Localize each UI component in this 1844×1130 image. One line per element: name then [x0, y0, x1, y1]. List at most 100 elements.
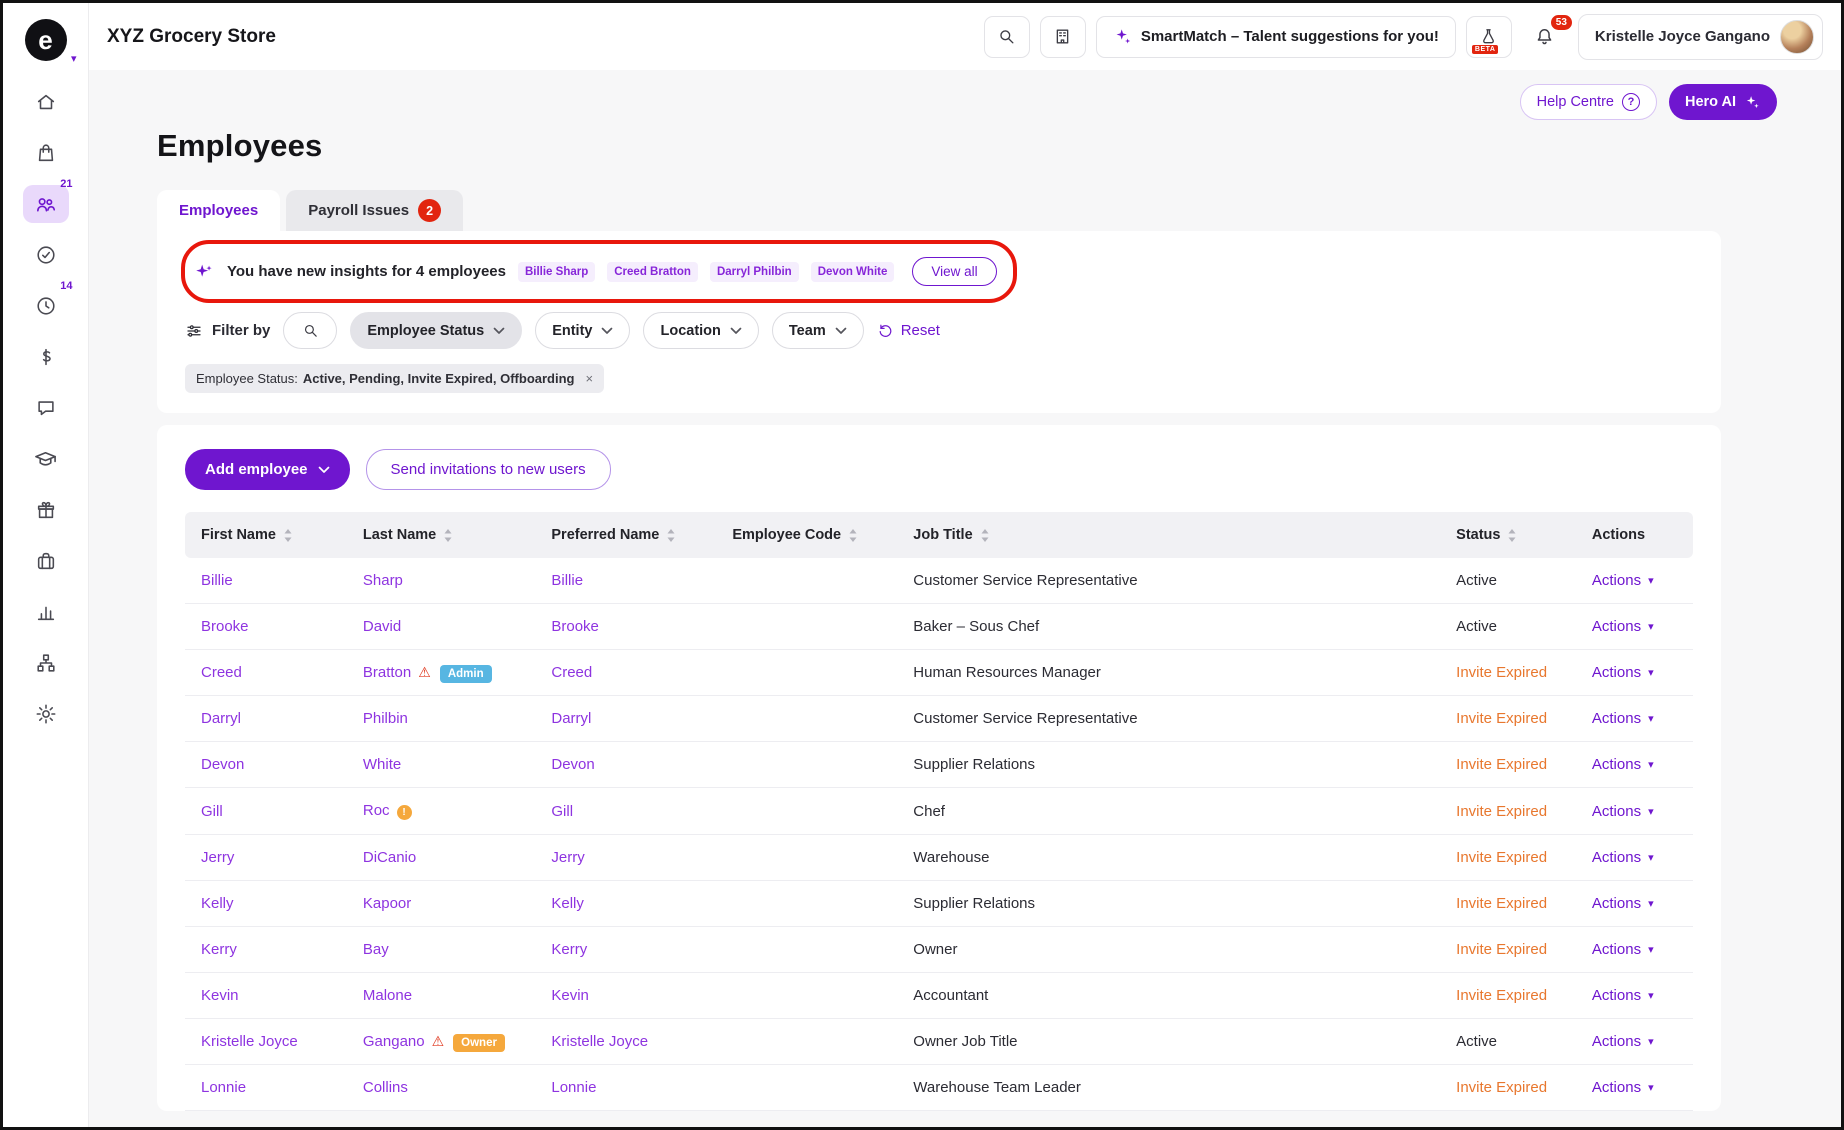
employee-status-filter-chip: Employee Status: Active, Pending, Invite… — [185, 364, 604, 393]
preferred-name-link[interactable]: Devon — [551, 756, 594, 773]
preferred-name-link[interactable]: Billie — [551, 572, 583, 589]
last-name-link[interactable]: Sharp — [363, 572, 403, 589]
last-name-link[interactable]: DiCanio — [363, 849, 416, 866]
last-name-link[interactable]: Kapoor — [363, 895, 411, 912]
filter-team[interactable]: Team — [772, 312, 864, 349]
sidebar-item-shop[interactable] — [23, 134, 69, 172]
sidebar-item-chat[interactable] — [23, 389, 69, 427]
first-name-link[interactable]: Jerry — [201, 849, 234, 866]
send-invitations-button[interactable]: Send invitations to new users — [366, 449, 611, 490]
preferred-name-link[interactable]: Gill — [551, 803, 573, 820]
last-name-link[interactable]: Bratton — [363, 664, 411, 681]
first-name-link[interactable]: Lonnie — [201, 1079, 246, 1096]
row-actions-button[interactable]: Actions▾ — [1592, 803, 1654, 820]
preferred-name-link[interactable]: Kelly — [551, 895, 584, 912]
beta-badge: BETA — [1472, 45, 1499, 54]
preferred-name-link[interactable]: Lonnie — [551, 1079, 596, 1096]
filter-employee-status[interactable]: Employee Status — [350, 312, 522, 349]
insight-employee-chip[interactable]: Billie Sharp — [518, 262, 595, 282]
sidebar-item-tasks[interactable] — [23, 236, 69, 274]
notifications-button[interactable]: 53 — [1522, 16, 1568, 58]
row-actions-button[interactable]: Actions▾ — [1592, 664, 1654, 681]
sidebar-item-recruitment[interactable] — [23, 542, 69, 580]
first-name-link[interactable]: Kerry — [201, 941, 237, 958]
labs-button[interactable]: BETA — [1466, 16, 1512, 58]
last-name-link[interactable]: White — [363, 756, 401, 773]
sidebar-item-settings[interactable] — [23, 695, 69, 733]
insight-employee-chip[interactable]: Devon White — [811, 262, 895, 282]
first-name-link[interactable]: Gill — [201, 803, 223, 820]
preferred-name-link[interactable]: Brooke — [551, 618, 599, 635]
sidebar-item-people[interactable]: 21 — [23, 185, 69, 223]
first-name-link[interactable]: Creed — [201, 664, 242, 681]
row-actions-button[interactable]: Actions▾ — [1592, 710, 1654, 727]
home-icon — [35, 91, 57, 113]
last-name-link[interactable]: Collins — [363, 1079, 408, 1096]
first-name-link[interactable]: Billie — [201, 572, 233, 589]
preferred-name-link[interactable]: Darryl — [551, 710, 591, 727]
row-actions-button[interactable]: Actions▾ — [1592, 895, 1654, 912]
organisation-button[interactable] — [1040, 16, 1086, 58]
sidebar-item-learning[interactable] — [23, 440, 69, 478]
row-actions-button[interactable]: Actions▾ — [1592, 572, 1654, 589]
first-name-link[interactable]: Kelly — [201, 895, 234, 912]
chevron-down-icon: ▾ — [1648, 574, 1654, 587]
insight-employee-chip[interactable]: Creed Bratton — [607, 262, 698, 282]
insight-employee-chip[interactable]: Darryl Philbin — [710, 262, 799, 282]
preferred-name-link[interactable]: Kristelle Joyce — [551, 1033, 648, 1050]
preferred-name-link[interactable]: Jerry — [551, 849, 584, 866]
remove-filter-icon[interactable]: × — [585, 371, 593, 386]
sort-icon[interactable] — [283, 528, 293, 543]
sidebar-item-home[interactable] — [23, 83, 69, 121]
row-actions-button[interactable]: Actions▾ — [1592, 756, 1654, 773]
first-name-link[interactable]: Devon — [201, 756, 244, 773]
preferred-name-link[interactable]: Kevin — [551, 987, 589, 1004]
first-name-link[interactable]: Darryl — [201, 710, 241, 727]
preferred-name-link[interactable]: Creed — [551, 664, 592, 681]
smartmatch-button[interactable]: SmartMatch – Talent suggestions for you! — [1096, 16, 1456, 58]
row-actions-button[interactable]: Actions▾ — [1592, 1033, 1654, 1050]
app-logo[interactable]: e ▾ — [25, 19, 67, 61]
preferred-name-link[interactable]: Kerry — [551, 941, 587, 958]
sidebar-item-reports[interactable] — [23, 593, 69, 631]
last-name-link[interactable]: Gangano — [363, 1033, 425, 1050]
sort-icon[interactable] — [848, 528, 858, 543]
sidebar-item-payroll[interactable] — [23, 338, 69, 376]
employee-code-cell — [720, 881, 901, 927]
sidebar-item-org-chart[interactable] — [23, 644, 69, 682]
help-centre-button[interactable]: Help Centre ? — [1520, 84, 1657, 120]
last-name-link[interactable]: Bay — [363, 941, 389, 958]
last-name-link[interactable]: David — [363, 618, 401, 635]
tab-employees[interactable]: Employees — [157, 190, 280, 231]
last-name-link[interactable]: Roc — [363, 802, 390, 819]
view-all-button[interactable]: View all — [912, 257, 996, 286]
table-row: Darryl Philbin Darryl Customer Service R… — [185, 696, 1693, 742]
sort-icon[interactable] — [980, 528, 990, 543]
sidebar-item-benefits[interactable] — [23, 491, 69, 529]
sort-icon[interactable] — [666, 528, 676, 543]
last-name-link[interactable]: Malone — [363, 987, 412, 1004]
tab-payroll-issues[interactable]: Payroll Issues 2 — [286, 190, 463, 231]
user-menu[interactable]: Kristelle Joyce Gangano — [1578, 14, 1823, 60]
sort-icon[interactable] — [1507, 528, 1517, 543]
row-actions-button[interactable]: Actions▾ — [1592, 941, 1654, 958]
job-title-cell: Warehouse — [901, 835, 1444, 881]
row-actions-button[interactable]: Actions▾ — [1592, 987, 1654, 1004]
first-name-link[interactable]: Kristelle Joyce — [201, 1033, 298, 1050]
filter-entity[interactable]: Entity — [535, 312, 630, 349]
search-button[interactable] — [984, 16, 1030, 58]
add-employee-button[interactable]: Add employee — [185, 449, 350, 490]
row-actions-button[interactable]: Actions▾ — [1592, 849, 1654, 866]
sidebar-item-time[interactable]: 14 — [23, 287, 69, 325]
row-actions-button[interactable]: Actions▾ — [1592, 1079, 1654, 1096]
reset-filters-button[interactable]: Reset — [877, 322, 940, 339]
sort-icon[interactable] — [443, 528, 453, 543]
first-name-link[interactable]: Kevin — [201, 987, 239, 1004]
column-header: Last Name — [363, 527, 436, 543]
last-name-link[interactable]: Philbin — [363, 710, 408, 727]
row-actions-button[interactable]: Actions▾ — [1592, 618, 1654, 635]
hero-ai-button[interactable]: Hero AI — [1669, 84, 1777, 120]
filter-location[interactable]: Location — [643, 312, 758, 349]
filter-search-button[interactable] — [283, 312, 337, 349]
first-name-link[interactable]: Brooke — [201, 618, 249, 635]
